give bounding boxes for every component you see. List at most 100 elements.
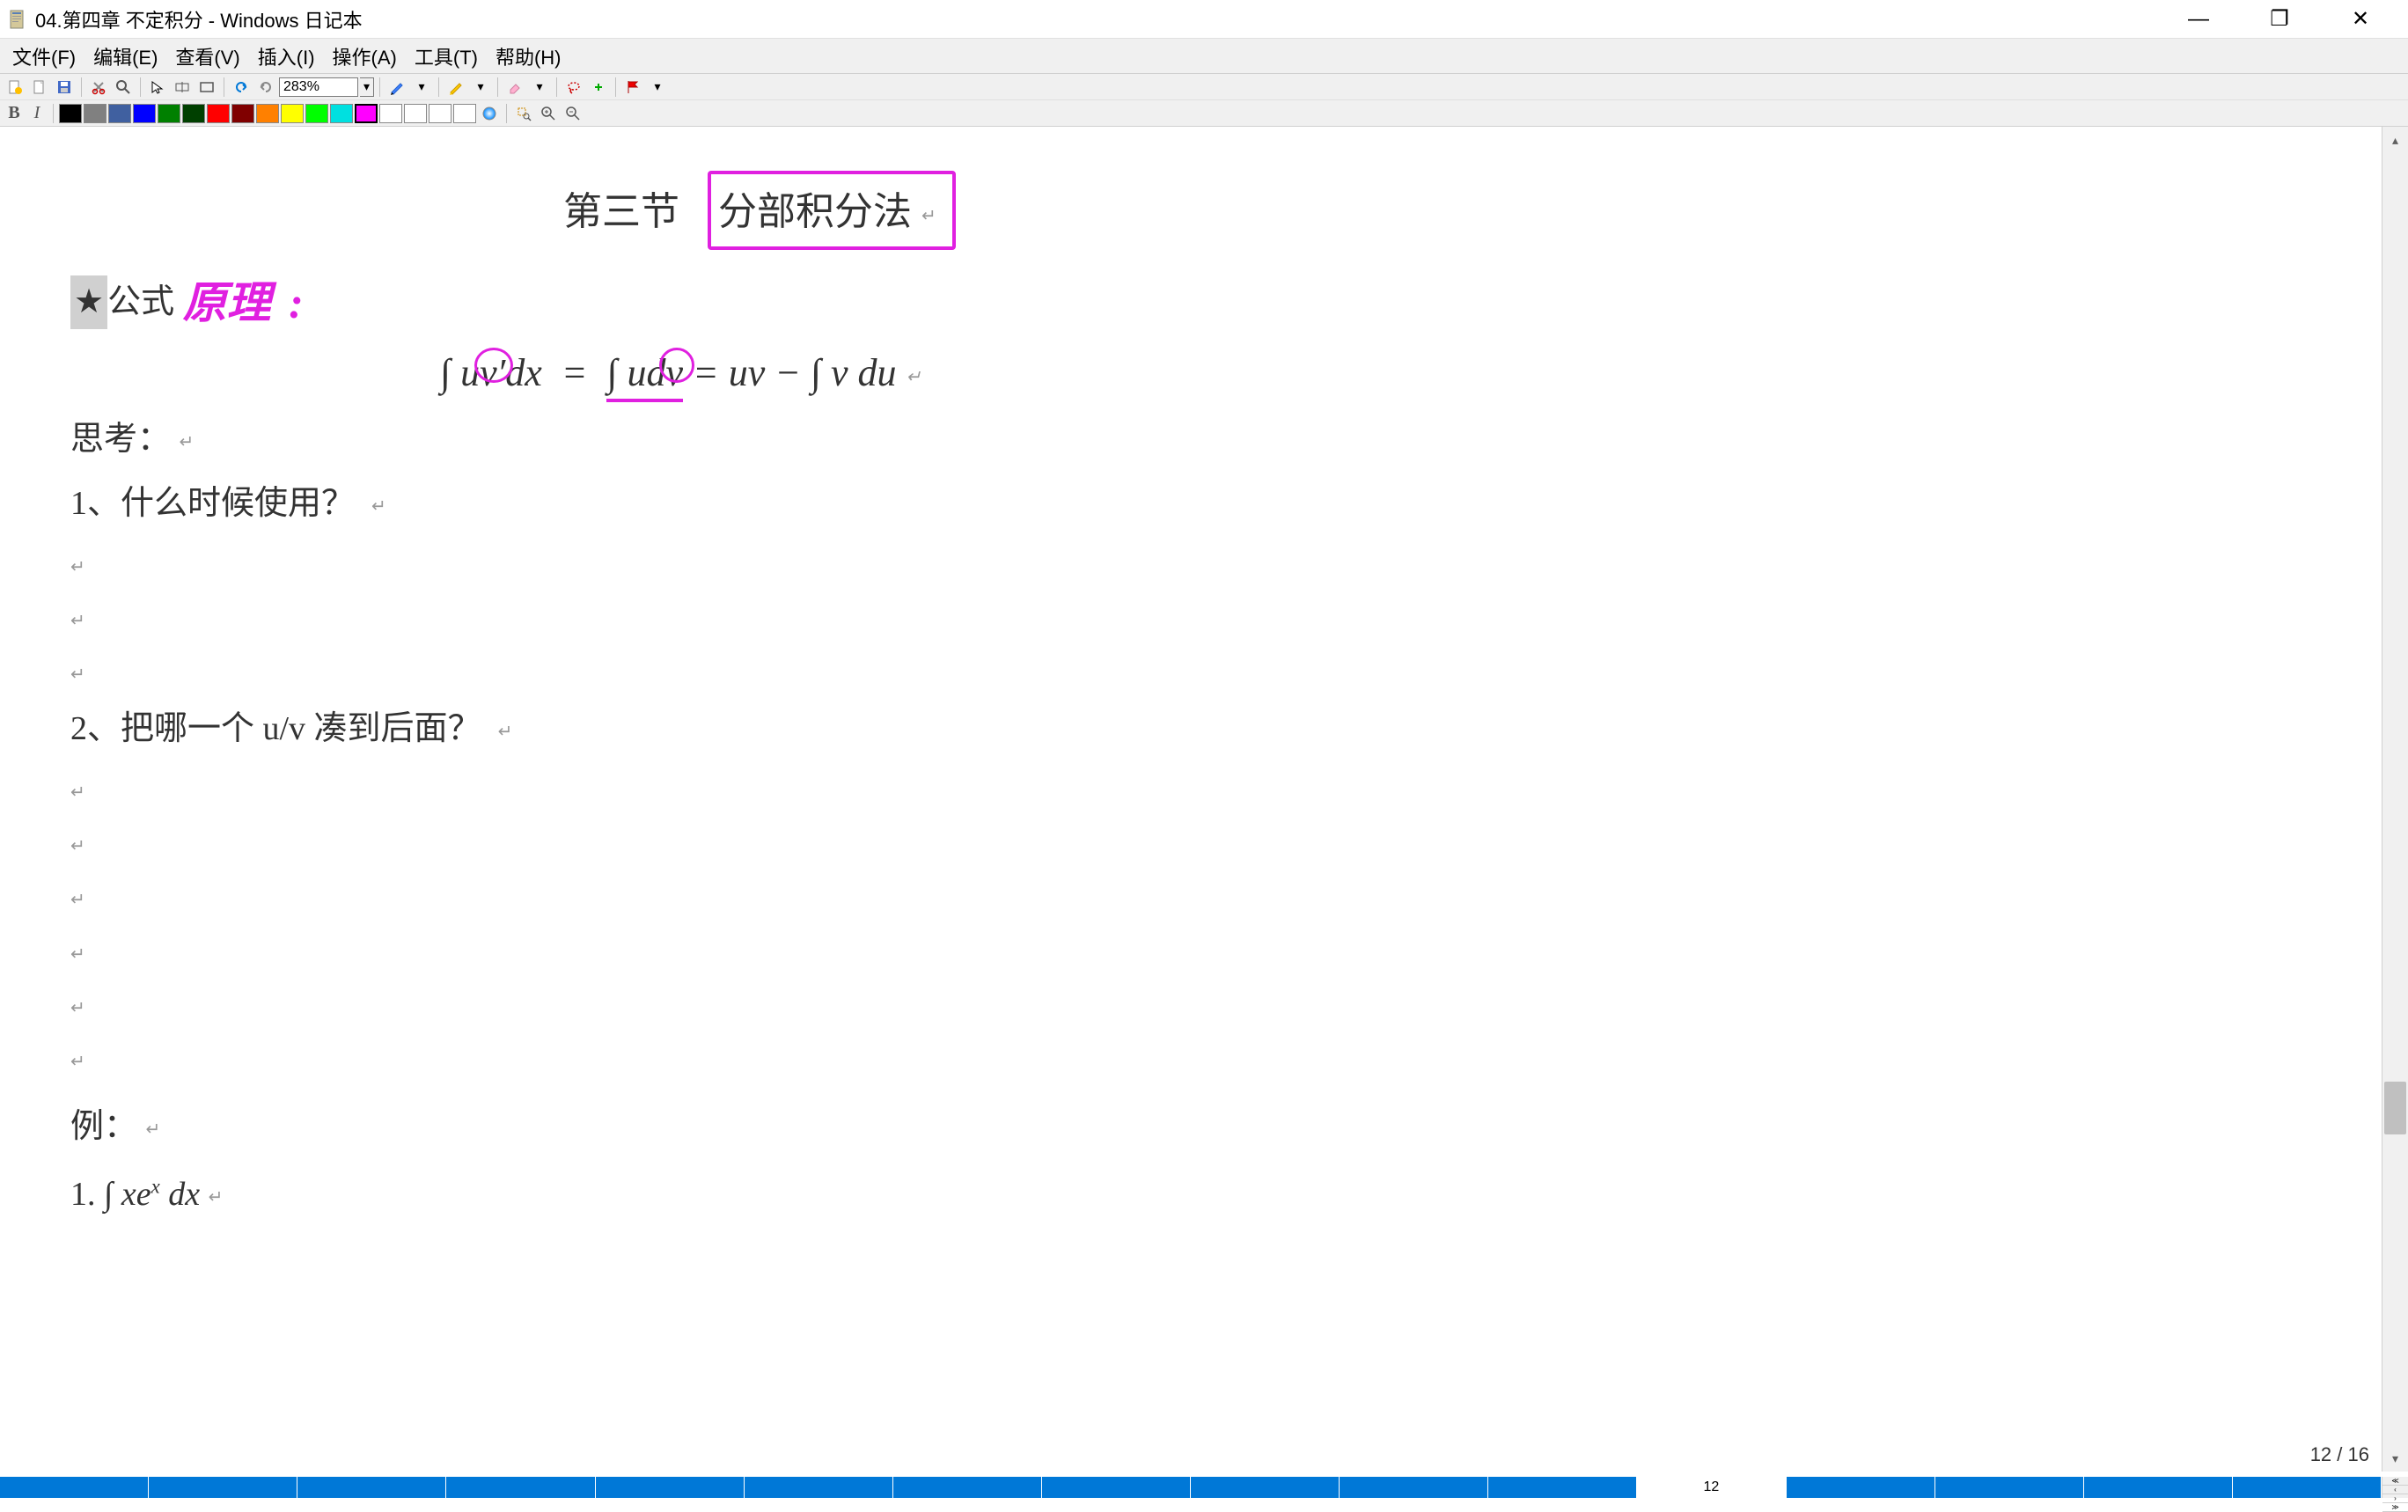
page-thumb-12[interactable]: 12 [1637, 1477, 1786, 1498]
highlighter-button[interactable] [444, 76, 467, 99]
page-thumb-7[interactable] [893, 1477, 1042, 1498]
toolbar-sep [140, 77, 141, 97]
redo-button[interactable] [254, 76, 277, 99]
italic-button[interactable]: I [26, 103, 48, 124]
page-thumb-16[interactable] [2233, 1477, 2382, 1498]
menu-help[interactable]: 帮助(H) [487, 37, 570, 76]
scroll-thumb[interactable] [2384, 1082, 2406, 1134]
note-canvas[interactable]: 第三节 分部积分法 ↵ ★公式 原理 : ∫ uv′dx = ∫ udv = u… [0, 127, 2382, 1472]
section-title-box: 分部积分法 ↵ [718, 180, 936, 236]
find-button[interactable] [112, 76, 135, 99]
prev-page-button[interactable]: ‹ [2382, 1486, 2408, 1494]
page-sep: / [2331, 1443, 2347, 1465]
ink-circle-1 [474, 348, 513, 383]
color-empty4[interactable] [453, 104, 476, 123]
page-thumb-14[interactable] [1935, 1477, 2084, 1498]
scroll-up-button[interactable]: ▴ [2382, 127, 2408, 153]
menubar: 文件(F) 编辑(E) 查看(V) 插入(I) 操作(A) 工具(T) 帮助(H… [0, 39, 2408, 74]
color-green[interactable] [158, 104, 180, 123]
scroll-down-button[interactable]: ▾ [2382, 1445, 2408, 1472]
blank-line: ↵ [70, 767, 2311, 813]
color-darkgreen[interactable] [182, 104, 205, 123]
pen-button[interactable] [385, 76, 408, 99]
section-label: 第三节 [563, 190, 679, 233]
zoom-out-button[interactable] [562, 102, 584, 125]
page-thumb-6[interactable] [745, 1477, 893, 1498]
menu-view[interactable]: 查看(V) [166, 37, 248, 76]
q1-text: 1、什么时候使用？ [70, 485, 355, 522]
new-button[interactable] [28, 76, 51, 99]
page-thumb-5[interactable] [596, 1477, 745, 1498]
eraser-dropdown[interactable]: ▾ [528, 76, 551, 99]
first-page-button[interactable]: ≪ [2382, 1477, 2408, 1486]
color-red[interactable] [207, 104, 230, 123]
text-box-button[interactable] [195, 76, 218, 99]
menu-file[interactable]: 文件(F) [4, 37, 84, 76]
zoom-dropdown[interactable]: ▾ [360, 77, 374, 97]
page-thumb-8[interactable] [1042, 1477, 1191, 1498]
color-empty1[interactable] [379, 104, 402, 123]
highlighter-dropdown[interactable]: ▾ [469, 76, 492, 99]
page-thumb-4[interactable] [446, 1477, 595, 1498]
selection-button[interactable] [146, 76, 169, 99]
toolbar-sep [379, 77, 380, 97]
menu-tools[interactable]: 工具(T) [406, 37, 487, 76]
maximize-button[interactable]: ❐ [2239, 0, 2320, 39]
pen-dropdown[interactable]: ▾ [410, 76, 433, 99]
lasso-button[interactable] [562, 76, 585, 99]
page-thumb-3[interactable] [297, 1477, 446, 1498]
next-page-button[interactable]: › [2382, 1494, 2408, 1503]
page-thumb-13[interactable] [1787, 1477, 1935, 1498]
flag-button[interactable] [621, 76, 644, 99]
current-page: 12 [2310, 1443, 2331, 1465]
menu-edit[interactable]: 编辑(E) [84, 37, 166, 76]
close-button[interactable]: ✕ [2320, 0, 2401, 39]
toolbar-sep [81, 77, 82, 97]
page-thumb-2[interactable] [149, 1477, 297, 1498]
zoom-in-button[interactable] [537, 102, 560, 125]
page-thumb-9[interactable] [1191, 1477, 1340, 1498]
color-lime[interactable] [305, 104, 328, 123]
color-cyan[interactable] [330, 104, 353, 123]
blank-line: ↵ [70, 874, 2311, 921]
blank-line: ↵ [70, 541, 2311, 588]
page-thumb-15[interactable] [2084, 1477, 2233, 1498]
q2-text: 2、把哪一个 u/v 凑到后面？ [70, 710, 481, 747]
bold-button[interactable]: B [4, 103, 25, 124]
color-empty2[interactable] [404, 104, 427, 123]
eraser-button[interactable] [503, 76, 526, 99]
last-page-button[interactable]: ≫ [2382, 1503, 2408, 1512]
color-orange[interactable] [256, 104, 279, 123]
zoom-to-selection-button[interactable] [512, 102, 535, 125]
color-darkblue[interactable] [108, 104, 131, 123]
color-yellow[interactable] [281, 104, 304, 123]
menu-insert[interactable]: 插入(I) [249, 37, 324, 76]
blank-line: ↵ [70, 928, 2311, 975]
color-magenta[interactable] [355, 104, 378, 123]
new-note-button[interactable] [4, 76, 26, 99]
app-icon [7, 9, 28, 30]
insert-space-button[interactable] [171, 76, 194, 99]
save-button[interactable] [53, 76, 76, 99]
page-thumb-1[interactable] [0, 1477, 149, 1498]
color-blue[interactable] [133, 104, 156, 123]
menu-actions[interactable]: 操作(A) [324, 37, 406, 76]
minimize-button[interactable]: — [2158, 0, 2239, 39]
page-navigation-strip[interactable]: 12 [0, 1477, 2382, 1498]
color-picker-button[interactable] [478, 102, 501, 125]
insert-button[interactable] [587, 76, 610, 99]
color-black[interactable] [59, 104, 82, 123]
color-empty3[interactable] [429, 104, 452, 123]
zoom-input[interactable] [279, 77, 358, 97]
flag-dropdown[interactable]: ▾ [646, 76, 669, 99]
toolbar-sep [53, 104, 54, 123]
page-thumb-10[interactable] [1340, 1477, 1488, 1498]
page-thumb-11[interactable] [1488, 1477, 1637, 1498]
blank-line: ↵ [70, 982, 2311, 1029]
undo-button[interactable] [230, 76, 253, 99]
cut-button[interactable] [87, 76, 110, 99]
color-darkred[interactable] [231, 104, 254, 123]
vertical-scrollbar[interactable]: ▴ ▾ [2382, 127, 2408, 1472]
color-gray[interactable] [84, 104, 106, 123]
question-1: 1、什么时候使用？ ↵ [70, 477, 2311, 531]
